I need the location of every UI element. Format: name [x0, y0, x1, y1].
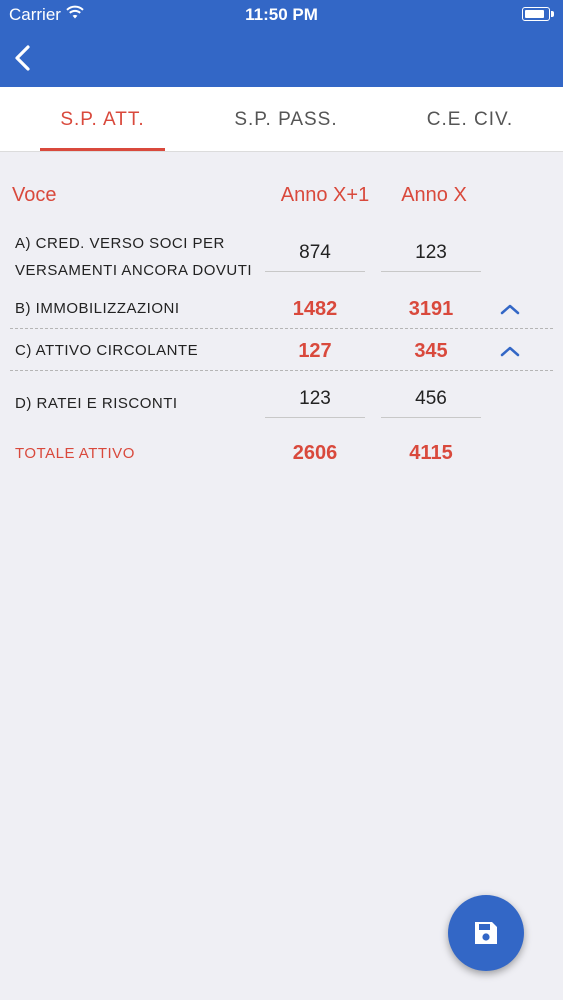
tab-label: C.E. CIV. [426, 109, 514, 130]
chevron-left-icon [15, 45, 30, 71]
total-label: TOTALE ATTIVO [15, 445, 135, 462]
back-button[interactable] [6, 40, 42, 76]
tab-bar: S.P. ATT. S.P. PASS. C.E. CIV. [0, 87, 563, 152]
anno-x-input[interactable] [381, 381, 481, 418]
battery-icon [522, 7, 554, 21]
header-voce: Voce [12, 184, 57, 206]
anno-x1-value: 127 [298, 340, 332, 362]
row-divider [10, 328, 553, 329]
anno-x1-value: 1482 [292, 298, 338, 320]
tab-label: S.P. PASS. [234, 109, 338, 130]
row-label: A) CRED. VERSO SOCI PER [15, 235, 225, 252]
header-anno-x: Anno X [401, 184, 467, 206]
status-bar: Carrier 11:50 PM [0, 0, 563, 30]
total-anno-x1: 2606 [292, 442, 338, 464]
row-label: VERSAMENTI ANCORA DOVUTI [15, 262, 253, 279]
anno-x-value: 345 [414, 340, 448, 362]
tab-label: S.P. ATT. [60, 109, 145, 130]
chevron-up-icon[interactable] [498, 343, 522, 359]
tab-ce-civ[interactable]: C.E. CIV. [410, 87, 530, 151]
save-icon [475, 922, 497, 944]
row-label: B) IMMOBILIZZAZIONI [15, 300, 180, 317]
anno-x1-input[interactable] [265, 235, 365, 272]
chevron-up-icon[interactable] [498, 301, 522, 317]
row-label: C) ATTIVO CIRCOLANTE [15, 342, 199, 359]
nav-bar [0, 30, 563, 87]
tab-sp-pass[interactable]: S.P. PASS. [220, 87, 352, 151]
anno-x-input[interactable] [381, 235, 481, 272]
active-tab-indicator [40, 148, 165, 151]
status-time: 11:50 PM [245, 5, 318, 24]
total-anno-x: 4115 [409, 442, 453, 464]
save-button[interactable] [448, 895, 524, 971]
anno-x1-input[interactable] [265, 381, 365, 418]
anno-x-value: 3191 [408, 298, 454, 320]
tab-sp-att[interactable]: S.P. ATT. [40, 87, 165, 151]
row-label: D) RATEI E RISCONTI [15, 395, 178, 412]
row-divider [10, 370, 553, 371]
header-anno-x1: Anno X+1 [280, 184, 370, 206]
